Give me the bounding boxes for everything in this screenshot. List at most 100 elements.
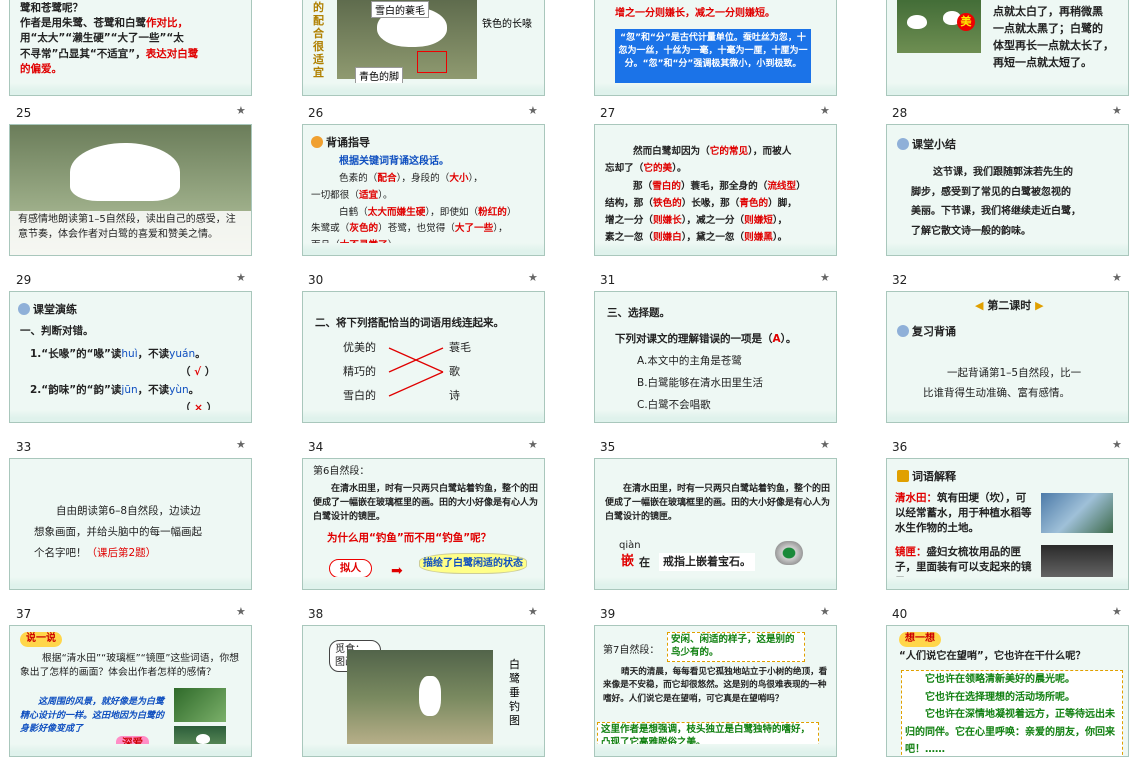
s28-l3: 美丽。下节课，我们将继续走近白鹭， [911, 206, 1081, 217]
slide-34[interactable]: 第6自然段： 在清水田里，时有一只两只白鹭站着钓鱼，整个的田便成了一幅嵌在玻璃框… [302, 458, 545, 590]
s2-label-feet: 青色的脚 [355, 67, 403, 84]
s33-l2: 想象画面，并给头脑中的每一幅画起 [34, 526, 202, 538]
slide-31[interactable]: 三、选择题。 下列对课文的理解错误的一项是（A）。 A.本文中的主角是苍鹭 B.… [594, 291, 837, 423]
slide-number: 31 [600, 273, 616, 287]
s27-text: ），黛之一忽（ [681, 232, 745, 244]
wave [303, 83, 544, 95]
s26-text: 色素的（ [339, 173, 378, 184]
slide-24b[interactable]: 的配合很适宜 雪白的蓑毛 铁色的长喙 青色的脚 [302, 0, 545, 96]
s1-line4b: 表达对白鹭 [145, 47, 199, 60]
s4-l1: 点就太白了，再稍微黑 [993, 5, 1103, 18]
wave [10, 577, 251, 589]
s28-l1: 这节课，我们跟随郭沫若先生的 [933, 167, 1073, 178]
s1-line2a: 作者是用朱鹭、苍鹭和白鹭 [20, 17, 146, 30]
s26-text: ），身段的（ [396, 173, 450, 184]
s31-option-a[interactable]: A.本文中的主角是苍鹭 [637, 354, 742, 369]
slide-24c[interactable]: 增之一分则嫌长，减之一分则嫌短。 “忽”和“分”是古代计量单位。蚕吐丝为忽，十忽… [594, 0, 837, 96]
s29-text: 。 [195, 348, 206, 360]
s26-text: 朱鹭或（ [311, 223, 350, 235]
slide-24a[interactable]: 鹭和苍鹭呢？ 作者是用朱鹭、苍鹭和白鹭作对比， 用“太大”“濑生硬”“大了一些”… [9, 0, 252, 96]
s28-title: 课堂小结 [912, 138, 956, 151]
s27-key: 它的常见 [709, 146, 749, 157]
s26-text: ）。 [378, 189, 393, 201]
match-lines [388, 347, 444, 397]
slide-number: 30 [308, 273, 324, 287]
egrets-photo: 美 [897, 0, 981, 53]
slide-35[interactable]: 在清水田里，时有一只两只白鹭站着钓鱼，整个的田便成了一幅嵌在玻璃框里的画。田的大… [594, 458, 837, 590]
s31-option-b[interactable]: B.白鹭能够在清水田里生活 [637, 376, 763, 391]
slide-38[interactable]: 觅食： 图画之美 白鹭垂钓图 [302, 625, 545, 757]
s34-question: 为什么用“钓鱼”而不用“钓鱼”呢？ [327, 532, 492, 544]
s31-question-end: ）。 [780, 333, 797, 345]
wave [303, 744, 544, 756]
s27-key: 雪白的 [652, 180, 681, 192]
s29-pinyin: huì [121, 348, 138, 360]
slide-40[interactable]: 想一想 “人们说它在望哨”，它也许在干什么呢？ 它也许在领略清新美好的晨光呢。 … [886, 625, 1129, 757]
star-icon: ★ [528, 271, 538, 284]
mirror-box-photo [1041, 545, 1113, 581]
s36-word-1: 清水田： [895, 492, 937, 504]
slide-33[interactable]: 自由朗读第6–8自然段，边读边 想象画面，并给头脑中的每一幅画起 个名字吧！（课… [9, 458, 252, 590]
s31-question: 下列对课文的理解错误的一项是（ [615, 333, 773, 345]
s27-key: 流线型 [767, 180, 797, 192]
slide-24d[interactable]: 美 点就太白了，再稍微黑 一点就太黑了；白鹭的 体型再长一点就太长了， 再短一点… [886, 0, 1129, 96]
s29-text: ，不读 [137, 348, 170, 360]
slide-39[interactable]: 第7自然段： 安闲、闲适的样子，这是别的鸟少有的。 晴天的清晨，每每看见它孤独地… [594, 625, 837, 757]
slide-28[interactable]: 课堂小结 这节课，我们跟随郭沫若先生的 脚步，感受到了常见的白鹭被忽视的 美丽。… [886, 124, 1129, 256]
s29-text: ，不读 [137, 383, 170, 396]
star-icon: ★ [1112, 605, 1122, 618]
s2-side-char: 配 [313, 14, 324, 27]
slide-27[interactable]: 然而白鹭却因为（它的常见），而被人 忘却了（它的美）。 那（雪白的）蓑毛，那全身… [594, 124, 837, 256]
s26-text: 一切都很（ [311, 189, 359, 201]
s27-text: ）。 [772, 232, 788, 244]
s35-mid: 在 [639, 556, 650, 569]
s1-line1: 鹭和苍鹭呢？ [20, 2, 83, 14]
mei-badge-text: 美 [960, 15, 972, 28]
s2-side-char: 适 [313, 53, 324, 66]
mei-badge: 美 [957, 13, 975, 31]
s32-sub: 复习背诵 [912, 325, 956, 338]
s26-text: ） [506, 206, 517, 218]
slide-37[interactable]: 说一说 根据“清水田”“玻璃框”“镜匣”这些词语，你想象出了怎样的画面？体会出作… [9, 625, 252, 757]
wave [10, 744, 251, 756]
s33-l3-note: （课后第2题） [86, 547, 157, 559]
s2-side-char: 合 [313, 27, 324, 40]
s27-text: 然而白鹭却因为（ [633, 146, 710, 157]
s26-text: ）， [468, 173, 483, 184]
slide-number: 34 [308, 440, 324, 454]
wave [595, 410, 836, 422]
wave [10, 410, 251, 422]
slide-36[interactable]: 词语解释 清水田：筑有田埂（坎），可以经常蓄水，用于种植水稻等水生作物的土地。 … [886, 458, 1129, 590]
s33-l3: 个名字吧！ [34, 547, 87, 559]
star-icon: ★ [528, 438, 538, 451]
s29-answer-1: √ [194, 365, 202, 378]
wave [595, 243, 836, 255]
slide-number: 35 [600, 440, 616, 454]
slide-32[interactable]: ◀ 第二课时 ▶ 复习背诵 一起背诵第1–5自然段，比一 比谁背得生动准确、富有… [886, 291, 1129, 423]
s29-sec: 一、判断对错。 [20, 325, 94, 337]
s26-key: 粉红的 [478, 206, 507, 218]
star-icon: ★ [1112, 438, 1122, 451]
s26-key: 配合 [377, 173, 397, 184]
search-icon [897, 138, 909, 150]
s27-text: ）， [772, 215, 788, 227]
s28-l4: 了解它散文诗一般的韵味。 [911, 225, 1031, 237]
wave [303, 410, 544, 422]
slide-29[interactable]: 课堂演练 一、判断对错。 1.“长喙”的“喙”读huì，不读yuán。 （ √ … [9, 291, 252, 423]
s29-pinyin: yuán [169, 348, 196, 360]
slide-number: 33 [16, 440, 32, 454]
s32-l2: 比谁背得生动准确、富有感情。 [923, 387, 1070, 399]
s27-text: 那（ [633, 180, 653, 192]
star-icon: ★ [236, 271, 246, 284]
slide-25[interactable]: 有感情地朗读第1–5自然段，读出自己的感受，注意节奏，体会作者对白鹭的喜爱和赞美… [9, 124, 252, 256]
s36-word-2: 镜匣： [895, 546, 927, 558]
s27-text: 结构，那（ [605, 197, 653, 209]
star-icon: ★ [820, 104, 830, 117]
slide-30[interactable]: 二、将下列搭配恰当的词语用线连起来。 优美的 精巧的 雪白的 蓑毛 歌 诗 [302, 291, 545, 423]
s2-side-text: 的配合很适宜 [313, 1, 327, 79]
s3-top: 增之一分则嫌长，减之一分则嫌短。 [615, 8, 775, 19]
s27-text: ），减之一分（ [681, 215, 745, 227]
s32-l1: 一起背诵第1–5自然段，比一 [947, 367, 1082, 379]
slide-26[interactable]: 背诵指导 根据关键词背诵这段话。 色素的（配合），身段的（大小）， 一切都很（适… [302, 124, 545, 256]
s2-side-char: 的 [313, 1, 324, 14]
